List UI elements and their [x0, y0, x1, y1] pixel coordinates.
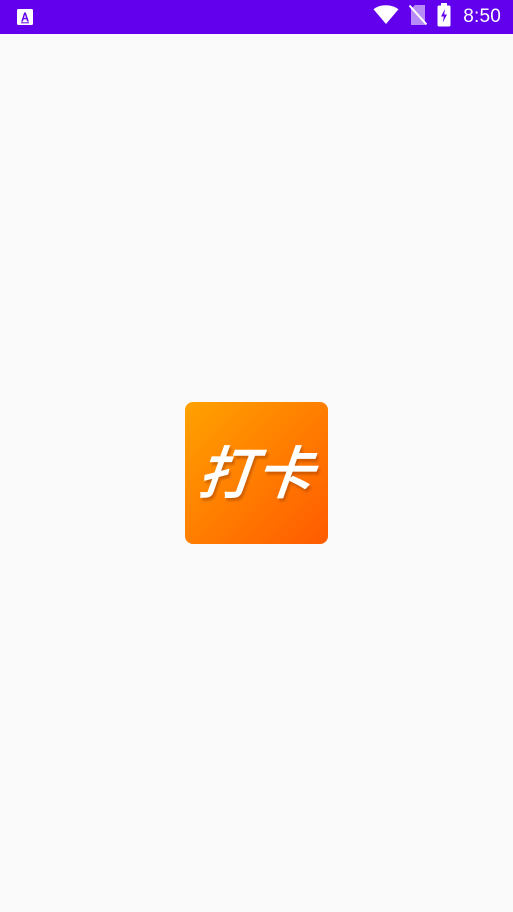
- app-notification-icon: [17, 9, 33, 25]
- splash-screen: 8:50 打卡: [0, 0, 513, 912]
- no-sim-icon: [408, 4, 428, 31]
- wifi-icon: [373, 4, 399, 30]
- battery-charging-icon: [437, 2, 451, 32]
- status-icons: 8:50: [373, 0, 501, 34]
- splash-content: 打卡: [0, 34, 513, 912]
- app-logo: 打卡: [185, 402, 328, 544]
- status-bar: 8:50: [0, 0, 513, 34]
- status-time: 8:50: [463, 6, 501, 27]
- app-logo-text: 打卡: [195, 441, 318, 507]
